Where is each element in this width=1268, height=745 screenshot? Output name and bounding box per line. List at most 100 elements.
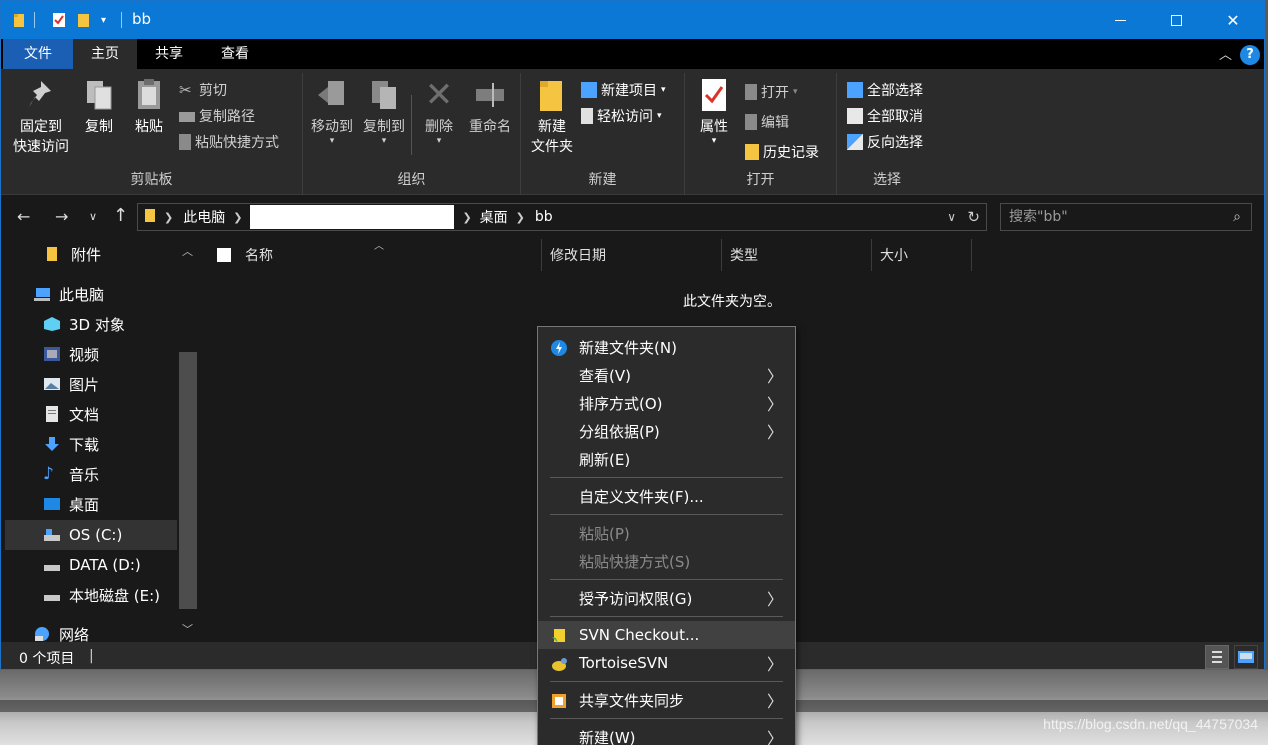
nav-item-documents[interactable]: 文档 <box>43 399 99 429</box>
copy-to-button[interactable]: 复制到 ▾ <box>359 77 409 146</box>
tab-home[interactable]: 主页 <box>73 39 137 69</box>
context-item-group-by[interactable]: 分组依据(P) 〉 <box>538 417 795 445</box>
picture-icon <box>43 376 61 392</box>
nav-item-videos[interactable]: 视频 <box>43 339 99 369</box>
nav-item-desktop[interactable]: 桌面 <box>43 489 99 519</box>
tab-file[interactable]: 文件 <box>3 39 73 69</box>
easy-access-icon <box>581 108 593 124</box>
edit-button[interactable]: 编辑 <box>745 111 789 133</box>
context-item-label: 共享文件夹同步 <box>579 691 685 710</box>
up-arrow-icon[interactable]: ↑ <box>113 205 128 226</box>
context-item-paste[interactable]: 粘贴(P) <box>538 519 795 547</box>
history-button[interactable]: 历史记录 <box>745 141 819 163</box>
nav-item-local-disk-e[interactable]: 本地磁盘 (E:) <box>43 580 160 610</box>
new-folder-label-line2: 文件夹 <box>531 139 573 155</box>
context-item-new-folder[interactable]: 新建文件夹(N) <box>538 333 795 361</box>
nav-item-attachments[interactable]: 附件 <box>45 239 101 269</box>
search-icon[interactable]: ⌕ <box>1233 204 1241 230</box>
paste-shortcut-button[interactable]: 粘贴快捷方式 <box>179 131 279 153</box>
search-input[interactable]: 搜索"bb" ⌕ <box>1000 203 1252 231</box>
close-button[interactable]: ✕ <box>1204 1 1262 39</box>
nav-item-this-pc[interactable]: 此电脑 <box>33 279 104 309</box>
pin-to-quick-access-button[interactable]: 固定到 快速访问 <box>9 77 73 157</box>
properties-button[interactable]: 属性 ▾ <box>693 77 735 146</box>
column-header-modified[interactable]: 修改日期 <box>542 239 722 271</box>
tab-share[interactable]: 共享 <box>137 39 201 69</box>
rename-button[interactable]: 重命名 <box>463 77 517 137</box>
forward-arrow-icon[interactable]: → <box>55 207 68 226</box>
chevron-down-icon: ▾ <box>711 136 717 146</box>
select-all-checkbox[interactable] <box>217 248 231 262</box>
context-item-refresh[interactable]: 刷新(E) <box>538 445 795 473</box>
nav-item-3d-objects[interactable]: 3D 对象 <box>43 309 125 339</box>
context-item-give-access[interactable]: 授予访问权限(G) 〉 <box>538 584 795 612</box>
breadcrumb-desktop[interactable]: 桌面 <box>480 207 508 227</box>
video-icon <box>43 346 61 362</box>
chevron-right-icon: 〉 <box>766 655 783 674</box>
chevron-right-icon: ❯ <box>233 210 243 224</box>
select-none-button[interactable]: 全部取消 <box>847 105 923 127</box>
easy-access-button[interactable]: 轻松访问 ▾ <box>581 105 662 127</box>
address-dropdown-icon[interactable]: ∨ <box>947 210 956 224</box>
breadcrumb-bb[interactable]: bb <box>535 209 553 225</box>
move-to-button[interactable]: 移动到 ▾ <box>307 77 357 146</box>
maximize-button[interactable] <box>1147 1 1205 39</box>
invert-selection-button[interactable]: 反向选择 <box>847 131 923 153</box>
collapse-ribbon-icon[interactable]: ︿ <box>1219 44 1232 63</box>
open-button[interactable]: 打开 ▾ <box>745 81 798 103</box>
chevron-right-icon: ❯ <box>462 210 472 224</box>
new-folder-button[interactable]: 新建 文件夹 <box>527 77 577 157</box>
copy-button[interactable]: 复制 <box>77 77 121 137</box>
column-header-name[interactable]: 名称 <box>237 239 542 271</box>
context-item-new[interactable]: 新建(W) 〉 <box>538 723 795 745</box>
large-icons-view-icon[interactable] <box>1234 645 1258 669</box>
help-icon[interactable]: ? <box>1240 45 1260 65</box>
delete-label: 删除 <box>425 119 453 135</box>
nav-scrollbar-thumb[interactable] <box>179 352 197 609</box>
history-label: 历史记录 <box>763 145 819 161</box>
refresh-icon[interactable]: ↻ <box>967 208 980 226</box>
new-folder-quick-icon[interactable] <box>77 11 91 29</box>
tab-view[interactable]: 查看 <box>201 39 269 69</box>
nav-item-pictures[interactable]: 图片 <box>43 369 99 399</box>
new-folder-icon <box>536 77 568 113</box>
context-item-sort-by[interactable]: 排序方式(O) 〉 <box>538 389 795 417</box>
back-arrow-icon[interactable]: ← <box>17 207 30 226</box>
paste-button[interactable]: 粘贴 <box>127 77 171 137</box>
properties-quick-icon[interactable] <box>51 11 67 29</box>
nav-item-music[interactable]: ♪ 音乐 <box>43 459 99 489</box>
context-item-view[interactable]: 查看(V) 〉 <box>538 361 795 389</box>
title-bar[interactable]: ▾ bb ✕ <box>1 1 1264 39</box>
select-all-button[interactable]: 全部选择 <box>847 79 923 101</box>
cut-button[interactable]: ✂ 剪切 <box>179 79 227 101</box>
new-item-button[interactable]: 新建项目 ▾ <box>581 79 666 101</box>
ribbon: 固定到 快速访问 复制 粘贴 ✂ 剪切 复制路径 粘贴快捷方式 剪贴板 移动到 … <box>1 69 1264 195</box>
chevron-right-icon: 〉 <box>766 729 783 745</box>
nav-item-data-d[interactable]: DATA (D:) <box>43 550 141 580</box>
column-header-type[interactable]: 类型 <box>722 239 872 271</box>
context-item-shared-folder-sync[interactable]: 共享文件夹同步 〉 <box>538 686 795 714</box>
address-bar[interactable]: ❯ 此电脑 ❯ ❯ 桌面 ❯ bb ∨ ↻ <box>137 203 987 231</box>
recent-locations-icon[interactable]: ∨ <box>89 210 97 223</box>
scroll-up-icon[interactable]: ︿ <box>182 243 193 259</box>
copy-path-button[interactable]: 复制路径 <box>179 105 255 127</box>
breadcrumb-this-pc[interactable]: 此电脑 <box>183 207 225 227</box>
context-item-customize-folder[interactable]: 自定义文件夹(F)... <box>538 482 795 510</box>
minimize-button[interactable] <box>1091 1 1149 39</box>
ribbon-tabs: 文件 主页 共享 查看 ︿ ? <box>1 39 1264 69</box>
scroll-down-icon[interactable]: ﹀ <box>182 621 193 637</box>
context-menu: 新建文件夹(N) 查看(V) 〉 排序方式(O) 〉 分组依据(P) 〉 刷新(… <box>537 326 796 745</box>
details-view-icon[interactable] <box>1205 645 1229 669</box>
customize-quick-access-icon[interactable]: ▾ <box>101 11 106 29</box>
column-header-size[interactable]: 大小 <box>872 239 972 271</box>
cube-icon <box>43 316 61 332</box>
delete-button[interactable]: ✕ 删除 ▾ <box>419 77 459 146</box>
empty-folder-message: 此文件夹为空。 <box>683 294 781 310</box>
nav-item-downloads[interactable]: 下载 <box>43 429 99 459</box>
drive-icon <box>43 527 61 543</box>
context-item-tortoisesvn[interactable]: TortoiseSVN 〉 <box>538 649 795 677</box>
nav-item-os-c[interactable]: OS (C:) <box>5 520 177 550</box>
select-none-icon <box>847 108 863 124</box>
context-item-paste-shortcut[interactable]: 粘贴快捷方式(S) <box>538 547 795 575</box>
context-item-svn-checkout[interactable]: SVN Checkout... <box>538 621 795 649</box>
